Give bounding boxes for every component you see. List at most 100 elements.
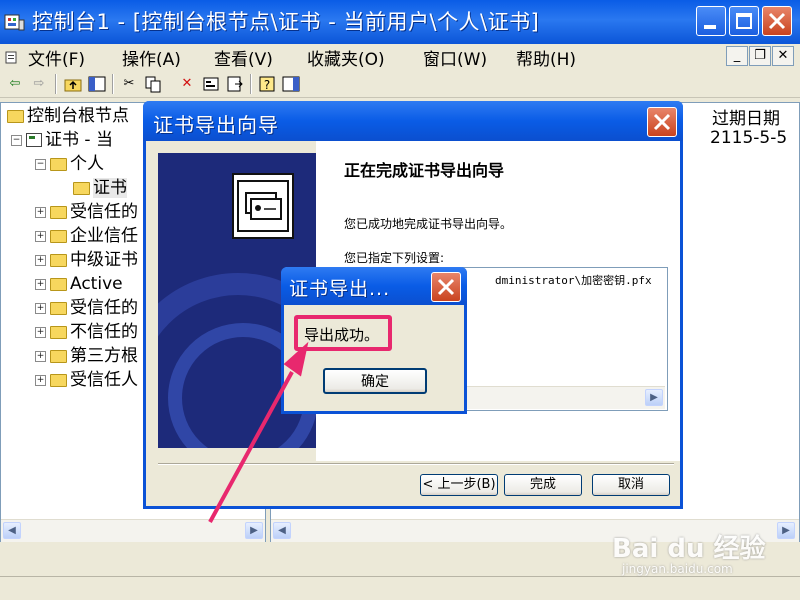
- show-hide-action-pane-button[interactable]: [282, 75, 300, 93]
- cut-button[interactable]: ✂: [120, 75, 138, 93]
- export-result-message-box: 证书导出... 导出成功。 确定: [281, 267, 467, 414]
- tree-item-label: 受信任的: [70, 298, 138, 318]
- menu-bar: 文件(F) 操作(A) 查看(V) 收藏夹(O) 窗口(W) 帮助(H) _ ❐…: [0, 44, 800, 70]
- tree-item-label: 受信任的: [70, 202, 138, 222]
- expand-icon[interactable]: +: [35, 206, 46, 218]
- up-folder-icon: [64, 79, 82, 92]
- expand-icon[interactable]: +: [35, 302, 46, 314]
- console-app-icon: [4, 14, 25, 31]
- collapse-icon[interactable]: −: [11, 134, 22, 146]
- wizard-titlebar[interactable]: 证书导出向导: [143, 101, 683, 141]
- back-button[interactable]: < 上一步(B): [420, 474, 498, 496]
- wizard-title: 证书导出向导: [153, 113, 279, 137]
- folder-icon: [7, 109, 24, 123]
- close-button[interactable]: [762, 6, 792, 36]
- wizard-close-button[interactable]: [647, 107, 677, 137]
- scroll-right-button[interactable]: ▶: [645, 389, 663, 406]
- properties-icon: [203, 77, 219, 91]
- delete-x-icon: ✕: [181, 76, 193, 91]
- baidu-watermark: Bai du 经验: [612, 534, 766, 564]
- child-restore-button[interactable]: ❐: [749, 46, 771, 66]
- toolbar-separator: [112, 74, 114, 94]
- folder-icon: [50, 229, 67, 243]
- tree-item[interactable]: + 受信任的: [35, 297, 138, 321]
- tree-item-label: 不信任的: [70, 322, 138, 342]
- chevron-right-icon: ▶: [650, 392, 658, 403]
- tree-item-personal-certificates[interactable]: 证书: [73, 177, 127, 201]
- finish-button[interactable]: 完成: [504, 474, 582, 496]
- expand-icon[interactable]: +: [35, 374, 46, 386]
- menu-help[interactable]: 帮助(H): [516, 45, 576, 70]
- tree-item-label: 中级证书: [70, 250, 138, 270]
- tree-item[interactable]: + 不信任的: [35, 321, 138, 345]
- expand-icon[interactable]: +: [35, 350, 46, 362]
- baidu-watermark-url: jingyan.baidu.com: [622, 562, 733, 576]
- folder-icon: [50, 301, 67, 315]
- tree-item[interactable]: + Active: [35, 273, 123, 297]
- tree-item[interactable]: + 企业信任: [35, 225, 138, 249]
- ok-button[interactable]: 确定: [323, 368, 427, 394]
- back-button[interactable]: ⇦: [6, 75, 24, 93]
- tree-item[interactable]: + 第三方根: [35, 345, 138, 369]
- cancel-button[interactable]: 取消: [592, 474, 670, 496]
- export-list-icon: [227, 76, 243, 92]
- maximize-button[interactable]: [729, 6, 759, 36]
- scroll-right-button[interactable]: ▶: [245, 522, 263, 539]
- child-close-button[interactable]: ✕: [772, 46, 794, 66]
- tree-item[interactable]: + 中级证书: [35, 249, 138, 273]
- tree-item-console-root[interactable]: 控制台根节点: [7, 105, 129, 129]
- expand-icon[interactable]: +: [35, 278, 46, 290]
- tree-item-personal[interactable]: − 个人: [35, 153, 104, 177]
- tree-item[interactable]: + 受信任的: [35, 201, 138, 225]
- close-icon: [437, 278, 455, 296]
- menu-window[interactable]: 窗口(W): [423, 45, 487, 70]
- properties-button[interactable]: [202, 75, 220, 93]
- menu-file[interactable]: 文件(F): [28, 45, 85, 70]
- copy-button[interactable]: [144, 75, 162, 93]
- tree-item-certificates-current-user[interactable]: − 证书 - 当: [11, 129, 113, 153]
- folder-icon: [50, 349, 67, 363]
- minimize-icon: [704, 25, 716, 29]
- scroll-left-button[interactable]: ◀: [273, 522, 291, 539]
- folder-icon: [50, 277, 67, 291]
- expand-icon[interactable]: +: [35, 326, 46, 338]
- window-title: 控制台1 - [控制台根节点\证书 - 当前用户\个人\证书]: [32, 10, 540, 34]
- message-box-titlebar[interactable]: 证书导出...: [281, 267, 467, 305]
- minimize-button[interactable]: [696, 6, 726, 36]
- expand-icon[interactable]: +: [35, 254, 46, 266]
- up-folder-button[interactable]: [64, 75, 82, 93]
- folder-icon: [50, 205, 67, 219]
- child-minimize-button[interactable]: _: [726, 46, 748, 66]
- scroll-left-button[interactable]: ◀: [3, 522, 21, 539]
- chevron-right-icon: ▶: [250, 525, 258, 536]
- forward-button[interactable]: ⇨: [30, 75, 48, 93]
- collapse-icon[interactable]: −: [35, 158, 46, 170]
- tree-item[interactable]: + 受信任人: [35, 369, 138, 393]
- export-list-button[interactable]: [226, 75, 244, 93]
- status-bar: [0, 576, 800, 600]
- tree-item-label: 证书: [93, 178, 127, 198]
- wizard-success-text: 您已成功地完成证书导出向导。: [344, 217, 513, 231]
- show-hide-tree-button[interactable]: [88, 75, 106, 93]
- menu-favorites[interactable]: 收藏夹(O): [307, 45, 385, 70]
- message-box-close-button[interactable]: [431, 272, 461, 302]
- expand-icon[interactable]: +: [35, 230, 46, 242]
- window-titlebar[interactable]: 控制台1 - [控制台根节点\证书 - 当前用户\个人\证书]: [0, 0, 800, 44]
- toolbar-separator: [250, 74, 252, 94]
- tree-item-label: 企业信任: [70, 226, 138, 246]
- delete-button[interactable]: ✕: [178, 75, 196, 93]
- list-cell-expiry: 2115-5-5: [710, 128, 788, 148]
- console-tree-icon: [88, 76, 106, 92]
- tree-item-label: 控制台根节点: [27, 106, 129, 126]
- tree-horizontal-scrollbar[interactable]: ◀ ▶: [1, 519, 265, 542]
- help-button[interactable]: ?: [258, 75, 276, 93]
- settings-list-item: dministrator\加密密钥.pfx: [495, 274, 652, 287]
- column-header-expiry[interactable]: 过期日期: [712, 104, 780, 129]
- folder-icon: [50, 373, 67, 387]
- wizard-divider: [158, 463, 674, 465]
- tree-item-label: 证书 - 当: [45, 130, 113, 150]
- menu-view[interactable]: 查看(V): [214, 45, 273, 70]
- menu-action[interactable]: 操作(A): [122, 45, 181, 70]
- highlight-annotation: 导出成功。: [294, 315, 392, 351]
- scroll-right-button[interactable]: ▶: [777, 522, 795, 539]
